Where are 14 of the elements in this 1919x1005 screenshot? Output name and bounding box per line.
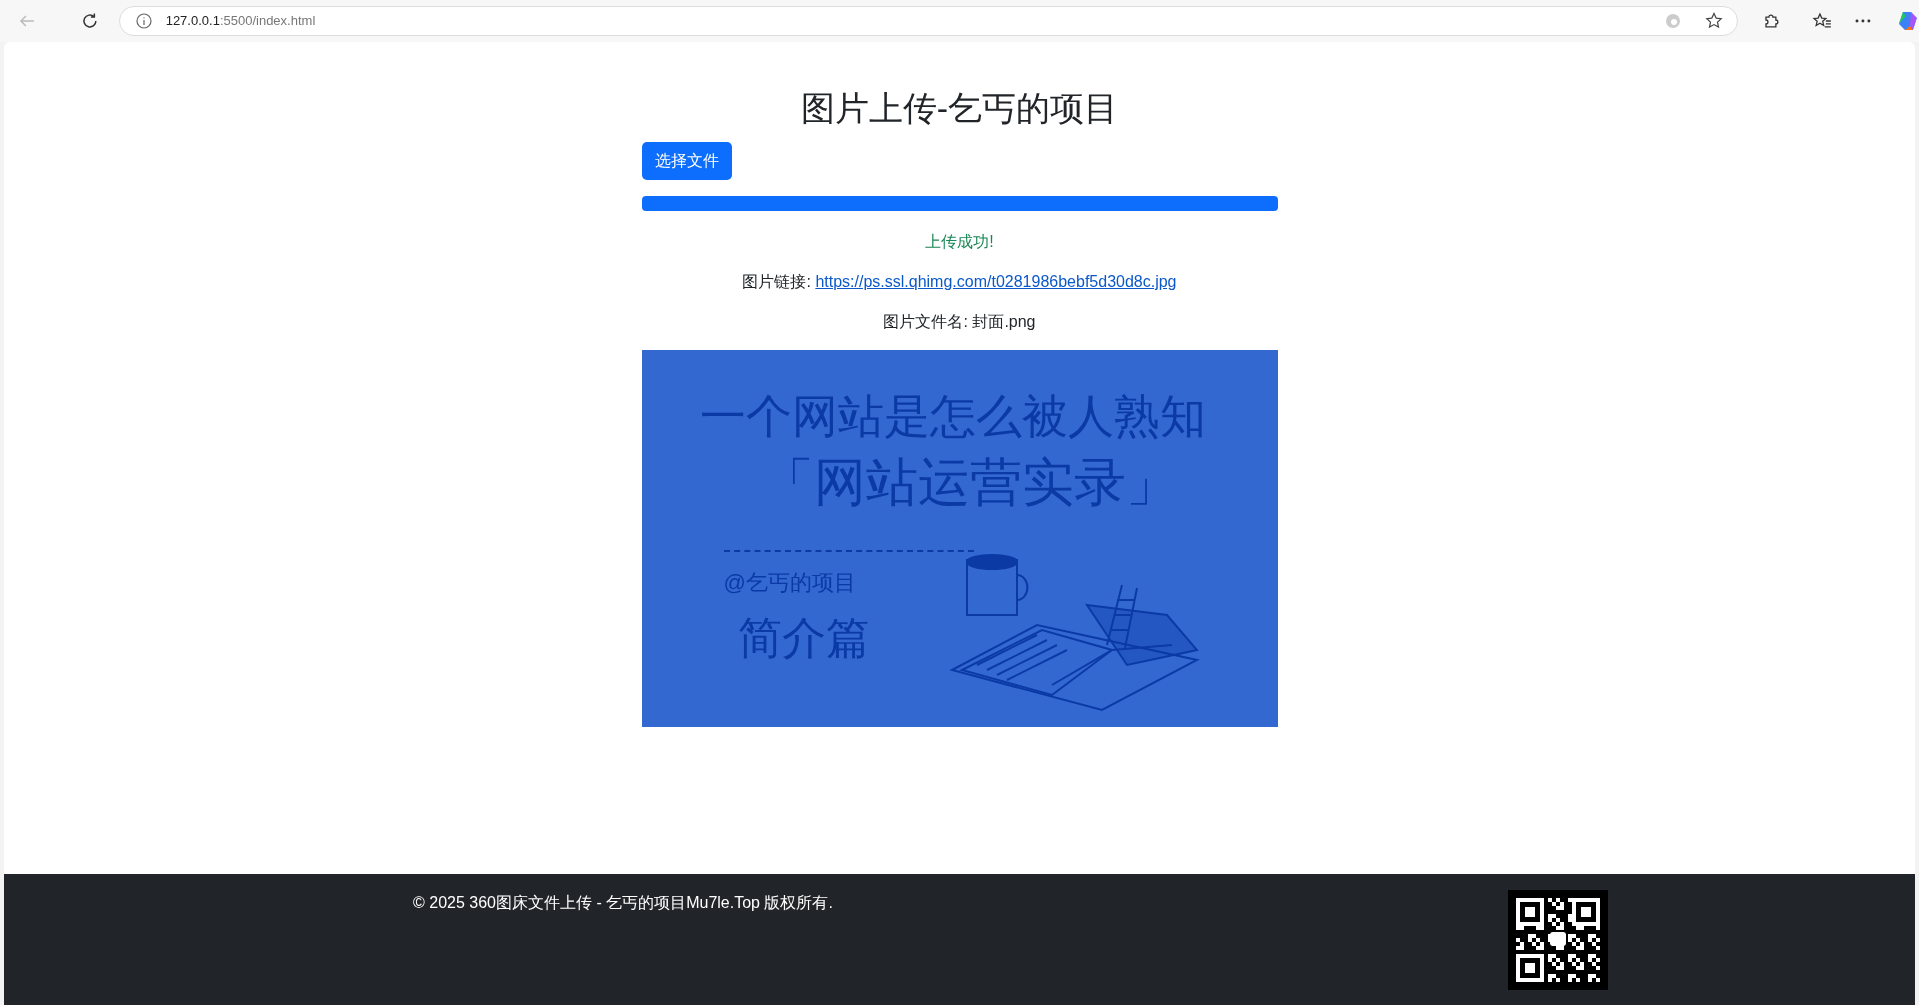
url-text: 127.0.0.1:5500/index.html xyxy=(165,12,316,31)
choose-file-button[interactable]: 选择文件 xyxy=(641,142,732,180)
address-bar[interactable]: 127.0.0.1:5500/index.html xyxy=(118,6,1738,36)
more-icon[interactable] xyxy=(1855,19,1872,23)
favorites-icon[interactable] xyxy=(1811,12,1832,30)
page-title: 图片上传-乞丐的项目 xyxy=(799,88,1120,129)
image-link-line: 图片链接: https://ps.ssl.qhimg.com/t0281986bebf5d30d8c.jpg xyxy=(741,272,1178,292)
star-icon[interactable] xyxy=(1704,12,1723,30)
image-filename: 图片文件名: 封面.png xyxy=(882,312,1037,332)
reload-icon[interactable] xyxy=(80,12,99,30)
copyright-text: © 2025 360图床文件上传 - 乞丐的项目Mu7le.Top 版权所有. xyxy=(413,893,833,913)
upload-status: 上传成功! xyxy=(924,232,995,252)
info-icon xyxy=(135,13,152,29)
image-link[interactable]: https://ps.ssl.qhimg.com/t0281986bebf5d30d8c.jpg xyxy=(815,273,1177,290)
